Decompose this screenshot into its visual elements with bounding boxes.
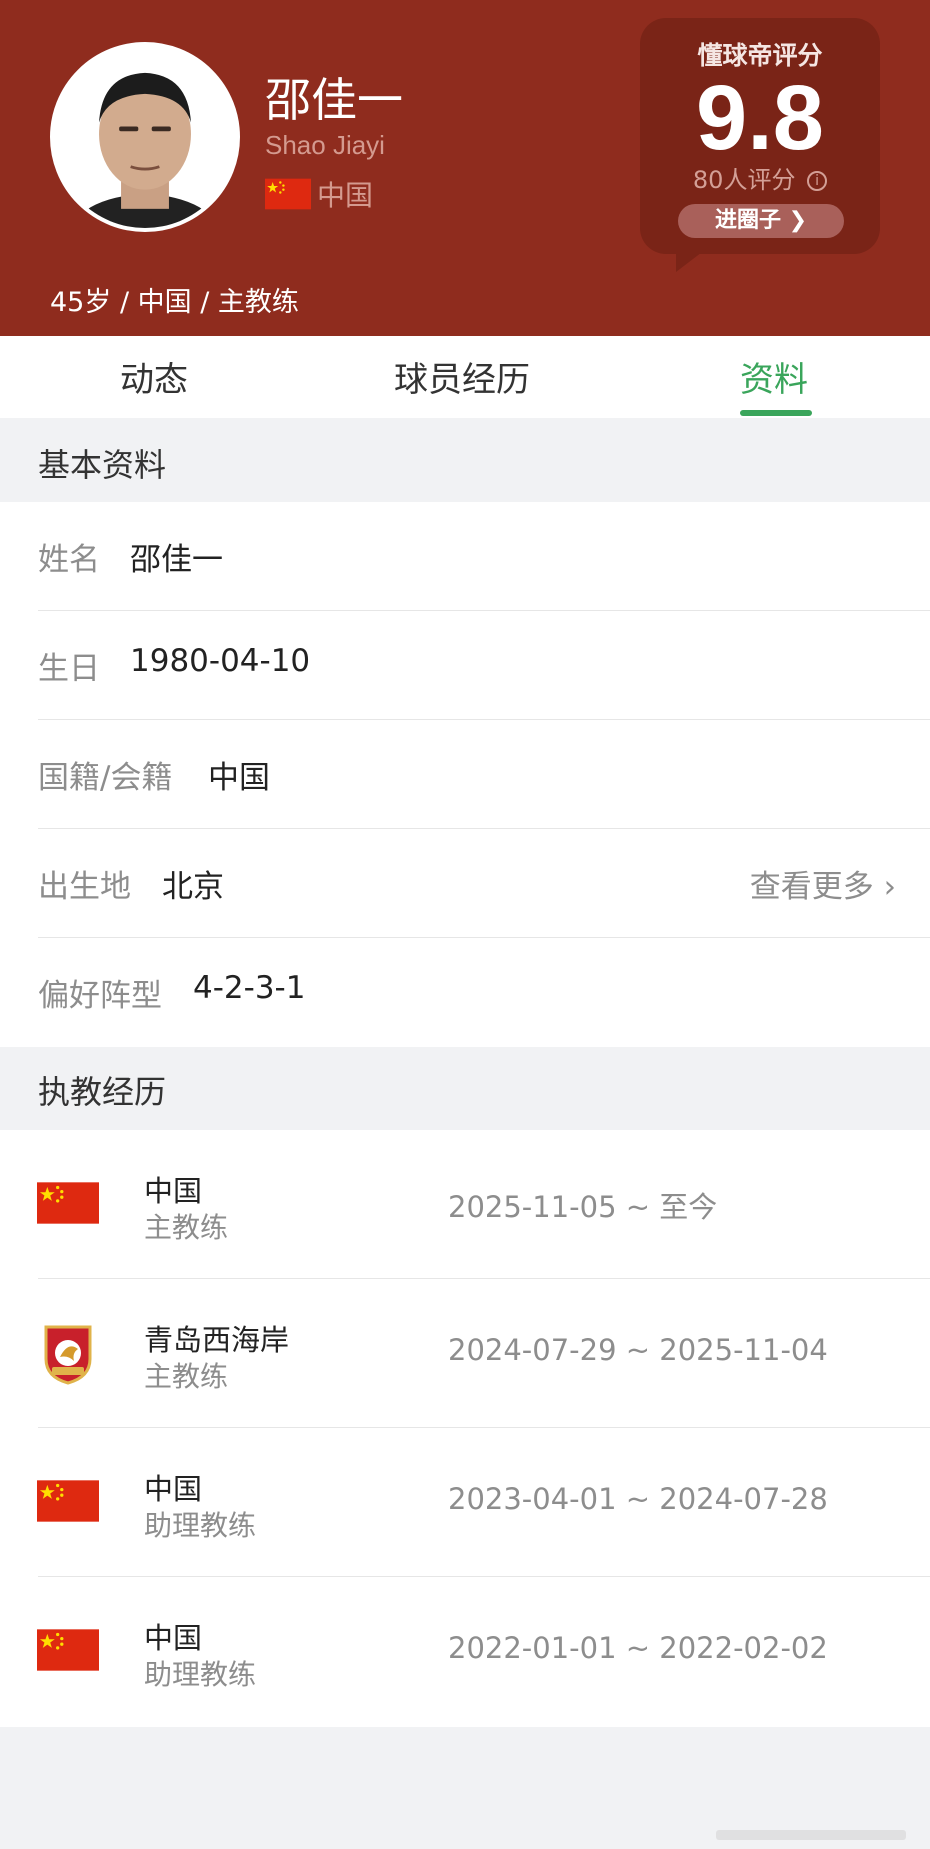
section-title: 执教经历 — [38, 1073, 167, 1111]
coaching-period: 2023-04-01 ~ 2024-07-28 — [448, 1482, 828, 1516]
coaching-row[interactable]: 青岛西海岸 主教练 2024-07-29 ~ 2025-11-04 — [0, 1279, 930, 1428]
info-row-formation: 偏好阵型 4-2-3-1 — [0, 938, 930, 1047]
info-row-name: 姓名 邵佳一 — [0, 502, 930, 611]
avatar-portrait — [54, 46, 236, 228]
section-coaching-history: 执教经历 — [0, 1047, 930, 1130]
coaching-period: 2024-07-29 ~ 2025-11-04 — [448, 1333, 828, 1367]
rating-count: 80人评分 i — [640, 160, 880, 195]
player-meta: 45岁 / 中国 / 主教练 — [50, 287, 299, 318]
view-more-link[interactable]: 查看更多 › — [750, 861, 896, 906]
coaching-row[interactable]: 中国 助理教练 2023-04-01 ~ 2024-07-28 — [0, 1428, 930, 1577]
coaching-role: 主教练 — [144, 1211, 229, 1244]
coaching-row[interactable]: 中国 主教练 2025-11-05 ~ 至今 — [0, 1130, 930, 1279]
tab-profile[interactable]: 资料 — [740, 352, 808, 401]
info-value: 邵佳一 — [130, 542, 223, 578]
info-value: 中国 — [208, 760, 270, 796]
team-name: 中国 — [144, 1472, 203, 1506]
info-label: 姓名 — [38, 542, 100, 578]
qingdao-west-coast-crest-icon — [44, 1325, 92, 1385]
section-basic-info: 基本资料 — [0, 418, 930, 502]
coaching-role: 助理教练 — [144, 1658, 257, 1691]
rating-count-label: 80人评分 — [692, 166, 796, 194]
info-value: 北京 — [162, 869, 224, 905]
china-flag-icon — [265, 178, 311, 210]
tab-player-history[interactable]: 球员经历 — [394, 352, 530, 401]
info-value: 4-2-3-1 — [193, 970, 306, 1006]
rating-card[interactable]: 懂球帝评分 9.8 80人评分 i 进圈子 ❯ — [640, 18, 880, 254]
nationality-label: 中国 — [317, 179, 374, 212]
team-name: 中国 — [144, 1621, 203, 1655]
team-name: 中国 — [144, 1174, 203, 1208]
coaching-row[interactable]: 中国 助理教练 2022-01-01 ~ 2022-02-02 — [0, 1577, 930, 1726]
coaching-history-list: 中国 主教练 2025-11-05 ~ 至今 青岛西海岸 主教练 2024-07… — [0, 1130, 930, 1727]
avatar — [50, 42, 240, 232]
coaching-period: 2025-11-05 ~ 至今 — [448, 1190, 718, 1224]
coaching-role: 助理教练 — [144, 1509, 257, 1542]
watermark — [716, 1830, 906, 1840]
tab-bar: 动态 球员经历 资料 — [0, 336, 930, 418]
nationality: 中国 — [265, 174, 373, 214]
tab-feed[interactable]: 动态 — [120, 352, 188, 401]
info-label: 国籍/会籍 — [38, 760, 173, 796]
info-row-nationality: 国籍/会籍 中国 — [0, 720, 930, 829]
join-circle-button[interactable]: 进圈子 ❯ — [678, 204, 844, 238]
china-flag-icon — [37, 1629, 99, 1671]
active-tab-indicator — [740, 410, 812, 416]
basic-info-list: 姓名 邵佳一 生日 1980-04-10 国籍/会籍 中国 出生地 北京 查看更… — [0, 502, 930, 1047]
profile-header: 邵佳一 Shao Jiayi 中国 45岁 / 中国 / 主教练 懂球帝评分 9… — [0, 0, 930, 336]
info-row-birthday: 生日 1980-04-10 — [0, 611, 930, 720]
info-label: 生日 — [38, 651, 100, 687]
info-label: 偏好阵型 — [38, 978, 162, 1014]
section-title: 基本资料 — [38, 446, 167, 484]
player-name: 邵佳一 — [265, 73, 403, 127]
rating-score: 9.8 — [696, 67, 824, 169]
rating-card-tail — [676, 246, 710, 272]
coaching-role: 主教练 — [144, 1360, 229, 1393]
coaching-period: 2022-01-01 ~ 2022-02-02 — [448, 1631, 828, 1665]
team-name: 青岛西海岸 — [144, 1323, 290, 1357]
info-value: 1980-04-10 — [130, 643, 311, 679]
china-flag-icon — [37, 1182, 99, 1224]
info-label: 出生地 — [38, 869, 131, 905]
info-row-birthplace[interactable]: 出生地 北京 查看更多 › — [0, 829, 930, 938]
info-icon[interactable]: i — [807, 171, 828, 191]
china-flag-icon — [37, 1480, 99, 1522]
player-name-english: Shao Jiayi — [265, 130, 385, 160]
